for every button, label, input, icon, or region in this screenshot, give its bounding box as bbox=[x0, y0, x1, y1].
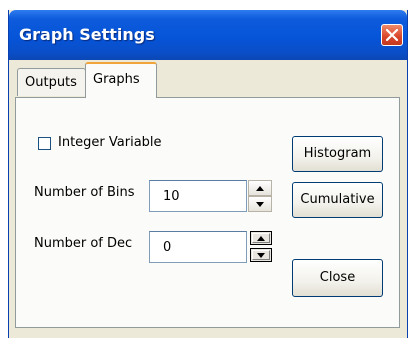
tab-graphs-label: Graphs bbox=[93, 72, 140, 87]
title-bar[interactable]: Graph Settings bbox=[9, 10, 407, 60]
tab-outputs[interactable]: Outputs bbox=[17, 68, 86, 96]
integer-variable-checkbox[interactable] bbox=[38, 137, 51, 150]
dec-spin-up-button[interactable] bbox=[250, 231, 272, 245]
down-arrow-icon bbox=[257, 253, 265, 258]
integer-variable-label: Integer Variable bbox=[58, 135, 162, 150]
number-of-bins-label: Number of Bins bbox=[34, 185, 135, 200]
tab-graphs[interactable]: Graphs bbox=[85, 62, 157, 98]
up-arrow-icon bbox=[257, 236, 265, 241]
close-button[interactable]: Close bbox=[292, 259, 383, 297]
dialog-title: Graph Settings bbox=[19, 25, 155, 44]
number-of-dec-input[interactable]: 0 bbox=[149, 231, 247, 263]
bins-spin-up-button[interactable] bbox=[248, 180, 272, 196]
bins-spin-down-button[interactable] bbox=[248, 196, 272, 212]
tab-outputs-label: Outputs bbox=[25, 75, 77, 90]
histogram-button[interactable]: Histogram bbox=[292, 136, 383, 172]
close-icon bbox=[386, 29, 398, 41]
close-window-button[interactable] bbox=[381, 24, 403, 46]
up-arrow-icon bbox=[256, 186, 264, 191]
cumulative-button[interactable]: Cumulative bbox=[292, 182, 383, 218]
number-of-dec-label: Number of Dec bbox=[34, 236, 133, 251]
number-of-bins-input[interactable]: 10 bbox=[149, 180, 247, 212]
dec-spin-down-button[interactable] bbox=[250, 248, 272, 262]
down-arrow-icon bbox=[256, 202, 264, 207]
